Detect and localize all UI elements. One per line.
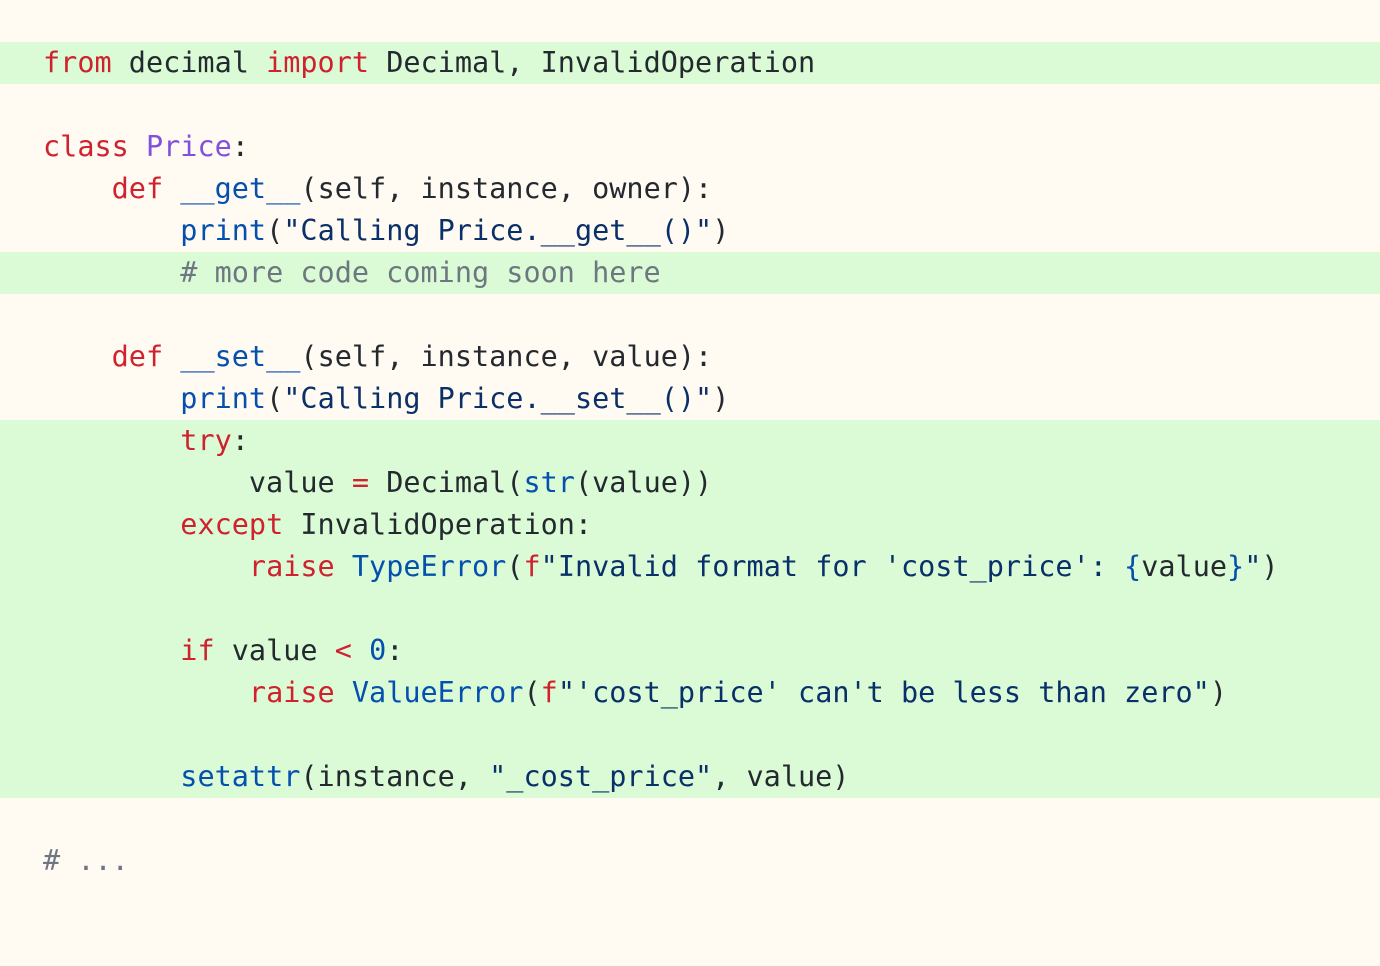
code-token-keyword: raise [248,550,335,583]
code-token-func: __get__ [180,172,301,205]
code-line: def __set__(self, instance, value): [0,336,1380,378]
highlighted-code-line: # more code coming soon here [0,252,1380,294]
code-token-number: 0 [369,634,387,667]
code-line: def __get__(self, instance, owner): [0,168,1380,210]
code-token-plain: ( [506,550,524,583]
code-line: # ... [0,840,1380,882]
code-token-keyword: try [180,424,232,457]
code-token-plain: Decimal, InvalidOperation [369,46,816,79]
code-token-plain: decimal [111,46,267,79]
code-token-operator: < [334,634,352,667]
code-line: class Price: [0,126,1380,168]
code-token-plain: (self, instance, value): [300,340,713,373]
code-token-string: "Invalid format for 'cost_price': [540,550,1125,583]
code-token-interp: { [1124,550,1142,583]
highlighted-code-line: if value < 0: [0,630,1380,672]
code-token-string: "'cost_price' can't be less than zero" [557,676,1210,709]
code-token-class: Price [145,130,232,163]
code-token-plain: ( [266,382,284,415]
code-token-builtin: print [180,214,267,247]
code-token-keyword: def [111,172,164,205]
code-token-plain: (value)) [574,466,713,499]
code-token-builtin: print [180,382,267,415]
code-token-keyword: if [180,634,215,667]
highlighted-code-line: setattr(instance, "_cost_price", value) [0,756,1380,798]
code-token-string: "_cost_price" [489,760,713,793]
code-token-builtin: ValueError [351,676,524,709]
code-token-string: "Calling Price.__set__()" [283,382,713,415]
highlighted-code-line: except InvalidOperation: [0,504,1380,546]
code-token-string: " [1244,550,1262,583]
highlighted-code-line [0,588,1380,630]
code-line: print("Calling Price.__set__()") [0,378,1380,420]
code-token-plain: (instance, [300,760,490,793]
code-token-plain: : [231,424,249,457]
code-token-plain: value [214,634,335,667]
code-block[interactable]: from decimal import Decimal, InvalidOper… [0,42,1380,882]
code-token-plain: , value) [712,760,850,793]
code-token-plain: ( [523,676,541,709]
code-token-plain: ) [712,214,730,247]
code-token-plain: value [43,466,352,499]
code-token-keyword: import [266,46,370,79]
code-token-comment: # ... [43,844,129,877]
code-token-keyword: def [111,340,164,373]
code-token-keyword: from [43,46,112,79]
code-token-comment: # more code coming soon here [180,256,661,289]
code-token-plain: : [386,634,404,667]
code-token-keyword: except [180,508,284,541]
code-token-plain: value [1141,550,1228,583]
highlighted-code-line: raise TypeError(f"Invalid format for 'co… [0,546,1380,588]
highlighted-code-line: from decimal import Decimal, InvalidOper… [0,42,1380,84]
code-token-plain: InvalidOperation: [283,508,593,541]
highlighted-code-line: value = Decimal(str(value)) [0,462,1380,504]
code-token-keyword: raise [248,676,335,709]
code-token-plain: ) [1261,550,1279,583]
code-token-builtin: TypeError [351,550,507,583]
highlighted-code-line: try: [0,420,1380,462]
highlighted-code-line [0,714,1380,756]
code-token-plain: : [231,130,249,163]
code-token-builtin: str [523,466,575,499]
code-token-plain: (self, instance, owner): [300,172,713,205]
code-view: from decimal import Decimal, InvalidOper… [0,0,1380,966]
code-token-builtin: setattr [180,760,301,793]
code-token-func: __set__ [180,340,301,373]
highlighted-code-line: raise ValueError(f"'cost_price' can't be… [0,672,1380,714]
code-line: print("Calling Price.__get__()") [0,210,1380,252]
code-token-plain: ( [266,214,284,247]
code-token-plain: ) [1209,676,1228,709]
code-token-interp: } [1227,550,1245,583]
code-token-plain: Decimal( [369,466,524,499]
code-token-keyword: f [523,550,541,583]
code-token-keyword: f [540,676,558,709]
code-token-plain: ) [712,382,730,415]
code-token-keyword: class [43,130,129,163]
code-token-string: "Calling Price.__get__()" [283,214,713,247]
code-token-operator: = [351,466,370,499]
